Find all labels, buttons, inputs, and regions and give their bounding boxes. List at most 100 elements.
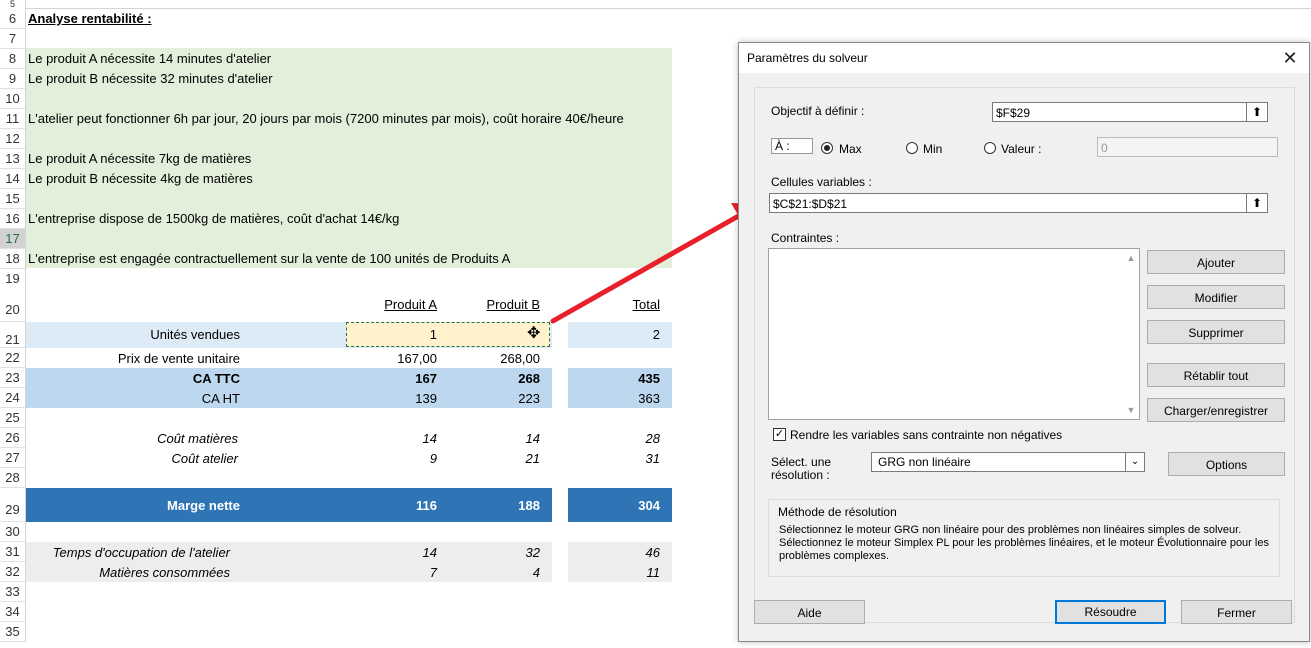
- note-row-18[interactable]: L'entreprise est engagée contractuelleme…: [28, 249, 510, 269]
- label-cout-matieres[interactable]: Coût matières: [30, 429, 238, 449]
- row-number[interactable]: 31: [0, 542, 26, 562]
- matieres-a[interactable]: 7: [340, 563, 437, 583]
- constraints-list[interactable]: ▲ ▼: [768, 248, 1140, 420]
- row-number[interactable]: 22: [0, 348, 26, 368]
- row-number[interactable]: 27: [0, 448, 26, 468]
- units-total[interactable]: 2: [570, 325, 660, 345]
- row-number[interactable]: 18: [0, 249, 26, 269]
- label-ca-ttc[interactable]: CA TTC: [30, 369, 240, 389]
- collapse-ref-icon[interactable]: ⬆: [1246, 194, 1267, 212]
- matieres-total[interactable]: 11: [570, 563, 661, 583]
- max-radio[interactable]: [821, 142, 833, 154]
- row-number[interactable]: 14: [0, 169, 26, 189]
- label-marge-nette[interactable]: Marge nette: [30, 496, 240, 516]
- matieres-b[interactable]: 4: [445, 563, 540, 583]
- solve-button[interactable]: Résoudre: [1055, 600, 1166, 624]
- row-number[interactable]: 26: [0, 428, 26, 448]
- value-radio[interactable]: [984, 142, 996, 154]
- marge-a[interactable]: 116: [340, 496, 437, 516]
- row-number[interactable]: 28: [0, 468, 26, 488]
- header-total[interactable]: Total: [570, 295, 660, 315]
- row-number[interactable]: 34: [0, 602, 26, 622]
- row-number[interactable]: 10: [0, 89, 26, 109]
- note-row-11[interactable]: L'atelier peut fonctionner 6h par jour, …: [28, 109, 624, 129]
- ca-ht-total[interactable]: 363: [570, 389, 660, 409]
- row-number[interactable]: 5: [0, 0, 26, 8]
- ca-ttc-total[interactable]: 435: [570, 369, 660, 389]
- label-price[interactable]: Prix de vente unitaire: [30, 349, 240, 369]
- solver-dialog[interactable]: Paramètres du solveur ✕ Objectif à défin…: [738, 42, 1310, 642]
- row-number[interactable]: 29: [0, 488, 26, 522]
- note-row-13[interactable]: Le produit A nécessite 7kg de matières: [28, 149, 251, 169]
- temps-total[interactable]: 46: [570, 543, 660, 563]
- note-row-16[interactable]: L'entreprise dispose de 1500kg de matièr…: [28, 209, 399, 229]
- ca-ttc-a[interactable]: 167: [340, 369, 437, 389]
- header-produit-a[interactable]: Produit A: [340, 295, 437, 315]
- units-a[interactable]: 1: [340, 325, 437, 345]
- row-number[interactable]: 25: [0, 408, 26, 428]
- close-button[interactable]: Fermer: [1181, 600, 1292, 624]
- cout-matieres-total[interactable]: 28: [570, 429, 660, 449]
- price-b[interactable]: 268,00: [445, 349, 540, 369]
- row-number[interactable]: 12: [0, 129, 26, 149]
- row-number[interactable]: 7: [0, 29, 26, 49]
- row-number[interactable]: 21: [0, 322, 26, 348]
- temps-a[interactable]: 14: [340, 543, 437, 563]
- row-number[interactable]: 19: [0, 269, 26, 289]
- value-label[interactable]: Valeur :: [1001, 142, 1041, 156]
- note-row-8[interactable]: Le produit A nécessite 14 minutes d'atel…: [28, 49, 271, 69]
- solving-method-select[interactable]: GRG non linéaire ⌄: [871, 452, 1145, 472]
- dialog-title-bar[interactable]: Paramètres du solveur ✕: [739, 43, 1309, 73]
- value-input[interactable]: 0: [1097, 137, 1278, 157]
- min-radio[interactable]: [906, 142, 918, 154]
- price-a[interactable]: 167,00: [340, 349, 437, 369]
- label-ca-ht[interactable]: CA HT: [30, 389, 240, 409]
- label-matieres-consommees[interactable]: Matières consommées: [30, 563, 230, 583]
- marge-b[interactable]: 188: [445, 496, 540, 516]
- nonneg-checkbox[interactable]: ✓: [773, 428, 786, 441]
- add-button[interactable]: Ajouter: [1147, 250, 1285, 274]
- ca-ttc-b[interactable]: 268: [445, 369, 540, 389]
- ca-ht-a[interactable]: 139: [340, 389, 437, 409]
- cout-matieres-b[interactable]: 14: [445, 429, 540, 449]
- label-temps-atelier[interactable]: Temps d'occupation de l'atelier: [30, 543, 230, 563]
- close-icon[interactable]: ✕: [1279, 47, 1301, 69]
- cout-atelier-b[interactable]: 21: [445, 449, 540, 469]
- objective-input[interactable]: $F$29 ⬆: [992, 102, 1268, 122]
- collapse-ref-icon[interactable]: ⬆: [1246, 103, 1267, 121]
- note-row-14[interactable]: Le produit B nécessite 4kg de matières: [28, 169, 253, 189]
- max-label[interactable]: Max: [839, 142, 862, 156]
- row-number[interactable]: 24: [0, 388, 26, 408]
- row-number[interactable]: 35: [0, 622, 26, 642]
- row-number[interactable]: 33: [0, 582, 26, 602]
- row-number[interactable]: 20: [0, 288, 26, 322]
- modify-button[interactable]: Modifier: [1147, 285, 1285, 309]
- marge-total[interactable]: 304: [570, 496, 660, 516]
- row-number[interactable]: 17: [0, 229, 26, 249]
- cout-atelier-total[interactable]: 31: [570, 449, 660, 469]
- min-label[interactable]: Min: [923, 142, 942, 156]
- ca-ht-b[interactable]: 223: [445, 389, 540, 409]
- row-number[interactable]: 9: [0, 69, 26, 89]
- help-button[interactable]: Aide: [754, 600, 865, 624]
- scroll-down-icon[interactable]: ▼: [1125, 405, 1137, 415]
- cout-atelier-a[interactable]: 9: [340, 449, 437, 469]
- sheet-title[interactable]: Analyse rentabilité :: [28, 9, 152, 29]
- header-produit-b[interactable]: Produit B: [445, 295, 540, 315]
- delete-button[interactable]: Supprimer: [1147, 320, 1285, 344]
- label-units[interactable]: Unités vendues: [30, 325, 240, 345]
- row-number[interactable]: 13: [0, 149, 26, 169]
- reset-button[interactable]: Rétablir tout: [1147, 363, 1285, 387]
- variables-input[interactable]: $C$21:$D$21 ⬆: [769, 193, 1268, 213]
- row-number[interactable]: 32: [0, 562, 26, 582]
- scroll-up-icon[interactable]: ▲: [1125, 253, 1137, 263]
- cout-matieres-a[interactable]: 14: [340, 429, 437, 449]
- row-number[interactable]: 16: [0, 209, 26, 229]
- label-cout-atelier[interactable]: Coût atelier: [30, 449, 238, 469]
- chevron-down-icon[interactable]: ⌄: [1125, 453, 1144, 471]
- load-save-button[interactable]: Charger/enregistrer: [1147, 398, 1285, 422]
- options-button[interactable]: Options: [1168, 452, 1285, 476]
- row-number[interactable]: 30: [0, 522, 26, 542]
- row-number[interactable]: 6: [0, 9, 26, 29]
- row-number[interactable]: 15: [0, 189, 26, 209]
